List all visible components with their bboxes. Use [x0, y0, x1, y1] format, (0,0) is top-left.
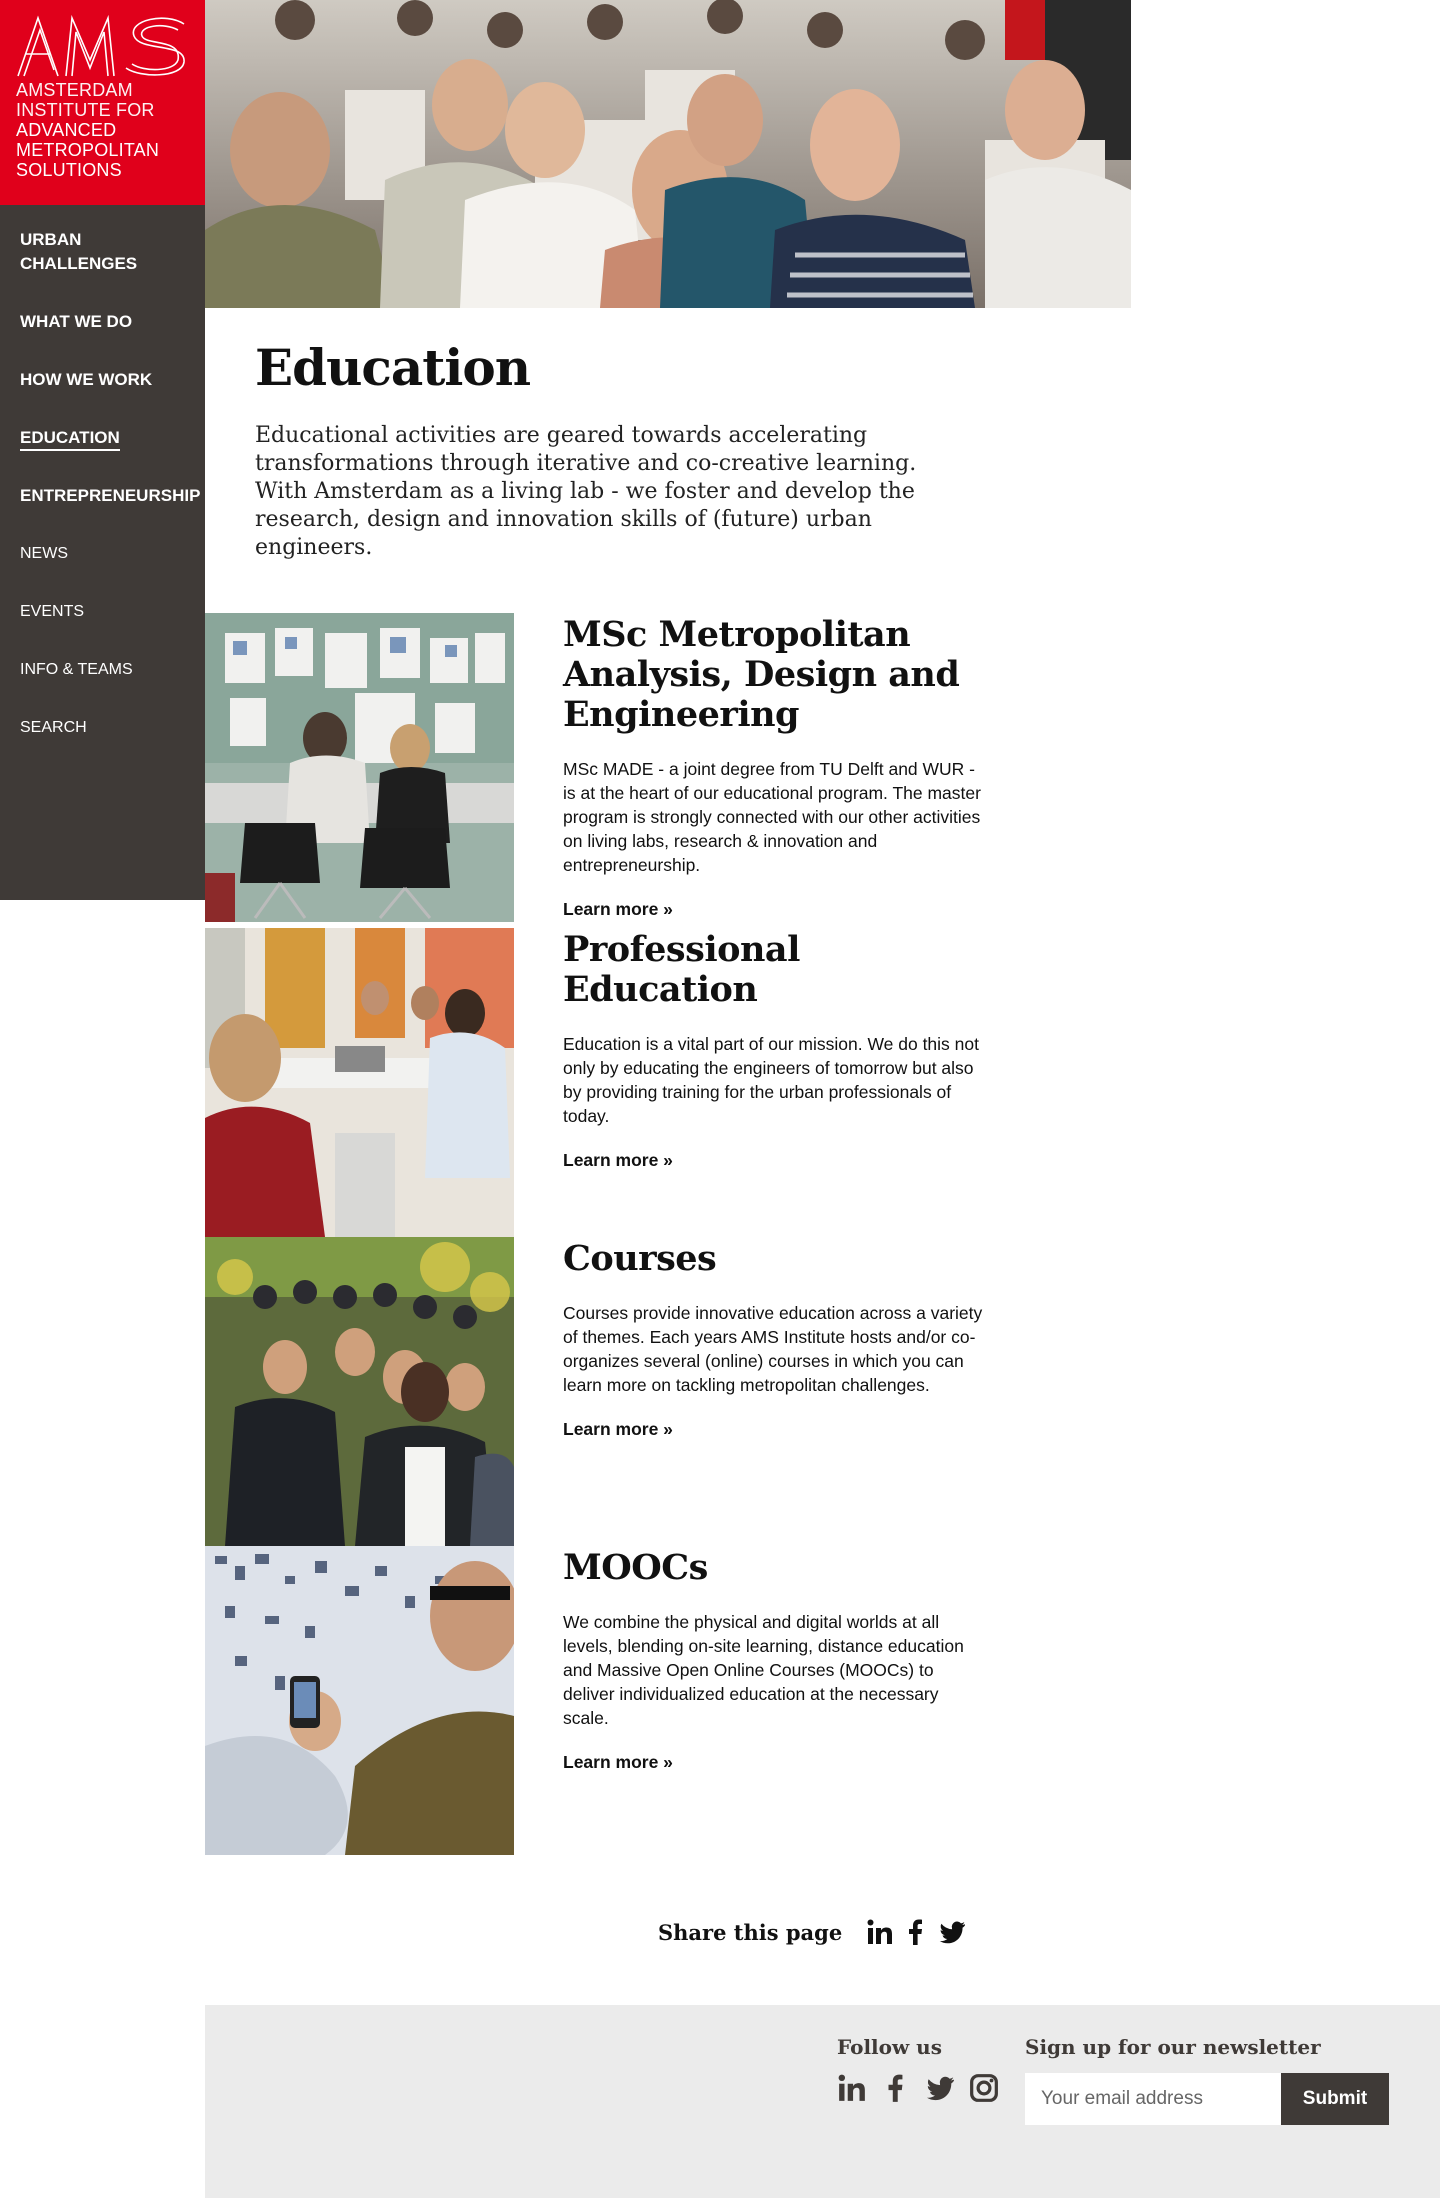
newsletter-signup: Sign up for our newsletter Submit [1025, 2035, 1389, 2125]
program-title: MSc Metropolitan Analysis, Design and En… [563, 614, 960, 735]
learn-more-link[interactable]: Learn more » [563, 899, 673, 919]
nav-item-events[interactable]: EVENTS [20, 600, 205, 624]
program-description: We combine the physical and digital worl… [563, 1612, 964, 1728]
program-msc-made: MSc Metropolitan Analysis, Design and En… [205, 613, 1105, 922]
program-title: Professional Education [563, 929, 800, 1010]
hero-audience-photo [205, 0, 1131, 308]
nav-item-info-teams[interactable]: INFO & TEAMS [20, 658, 205, 682]
nav-item-entrepreneurship[interactable]: ENTREPRENEURSHIP [20, 484, 205, 508]
nav-item-education[interactable]: EDUCATION [20, 426, 205, 451]
program-moocs: MOOCs We combine the physical and digita… [205, 1546, 1105, 1855]
program-image-professional-education [205, 928, 514, 1237]
logo-text-line-2: INSTITUTE FOR [16, 100, 155, 120]
program-image-courses [205, 1237, 514, 1546]
follow-us-heading: Follow us [837, 2035, 942, 2059]
newsletter-heading: Sign up for our newsletter [1025, 2035, 1321, 2059]
program-description: Courses provide innovative education acr… [563, 1303, 983, 1395]
logo-text-line-4: METROPOLITAN [16, 140, 160, 160]
newsletter-form: Submit [1025, 2073, 1389, 2125]
nav-item-urban-challenges[interactable]: URBAN CHALLENGES [20, 228, 150, 276]
facebook-icon[interactable] [902, 1918, 930, 1946]
program-courses: Courses Courses provide innovative educa… [205, 1237, 1105, 1546]
email-input[interactable] [1025, 2073, 1281, 2125]
hero-image [205, 0, 1131, 308]
nav-item-news[interactable]: NEWS [20, 542, 205, 566]
logo-text-line-5: SOLUTIONS [16, 160, 122, 180]
program-title: Courses [563, 1238, 717, 1279]
nav-item-what-we-do[interactable]: WHAT WE DO [20, 310, 205, 334]
ams-logo[interactable]: AMSTERDAM INSTITUTE FOR ADVANCED METROPO… [0, 0, 205, 205]
intro-text: Educational activities are geared toward… [255, 423, 917, 560]
nav-item-how-we-work[interactable]: HOW WE WORK [20, 368, 205, 392]
linkedin-icon[interactable] [866, 1918, 894, 1946]
share-bar: Share this page [658, 1918, 974, 1946]
share-label: Share this page [658, 1919, 843, 1945]
footer: Follow us Sign up for our newsletter Sub… [205, 2005, 1440, 2198]
submit-button[interactable]: Submit [1281, 2073, 1389, 2125]
crowd-photo [205, 1237, 514, 1546]
instagram-icon[interactable] [969, 2073, 999, 2103]
twitter-icon[interactable] [925, 2073, 955, 2103]
learn-more-link[interactable]: Learn more » [563, 1419, 673, 1439]
meeting-photo [205, 928, 514, 1237]
main-nav: URBAN CHALLENGES WHAT WE DO HOW WE WORK … [20, 228, 205, 774]
learn-more-link[interactable]: Learn more » [563, 1752, 673, 1772]
nav-item-search[interactable]: SEARCH [20, 716, 205, 740]
logo-text-line-1: AMSTERDAM [16, 80, 133, 100]
program-description: Education is a vital part of our mission… [563, 1034, 979, 1126]
logo-text-line-3: ADVANCED [16, 120, 117, 140]
map-phone-photo [205, 1546, 514, 1855]
page-title: Education [255, 338, 531, 397]
twitter-icon[interactable] [938, 1918, 966, 1946]
linkedin-icon[interactable] [837, 2073, 867, 2103]
facebook-icon[interactable] [881, 2073, 911, 2103]
ams-logo-mark [17, 14, 185, 77]
program-image-moocs [205, 1546, 514, 1855]
learn-more-link[interactable]: Learn more » [563, 1150, 673, 1170]
program-title: MOOCs [563, 1547, 708, 1588]
follow-us: Follow us [837, 2035, 1003, 2103]
program-description: MSc MADE - a joint degree from TU Delft … [563, 759, 981, 875]
program-professional-education: Professional Education Education is a vi… [205, 928, 1105, 1237]
sidebar: AMSTERDAM INSTITUTE FOR ADVANCED METROPO… [0, 0, 205, 900]
program-image-msc-made [205, 613, 514, 922]
studio-photo [205, 613, 514, 922]
